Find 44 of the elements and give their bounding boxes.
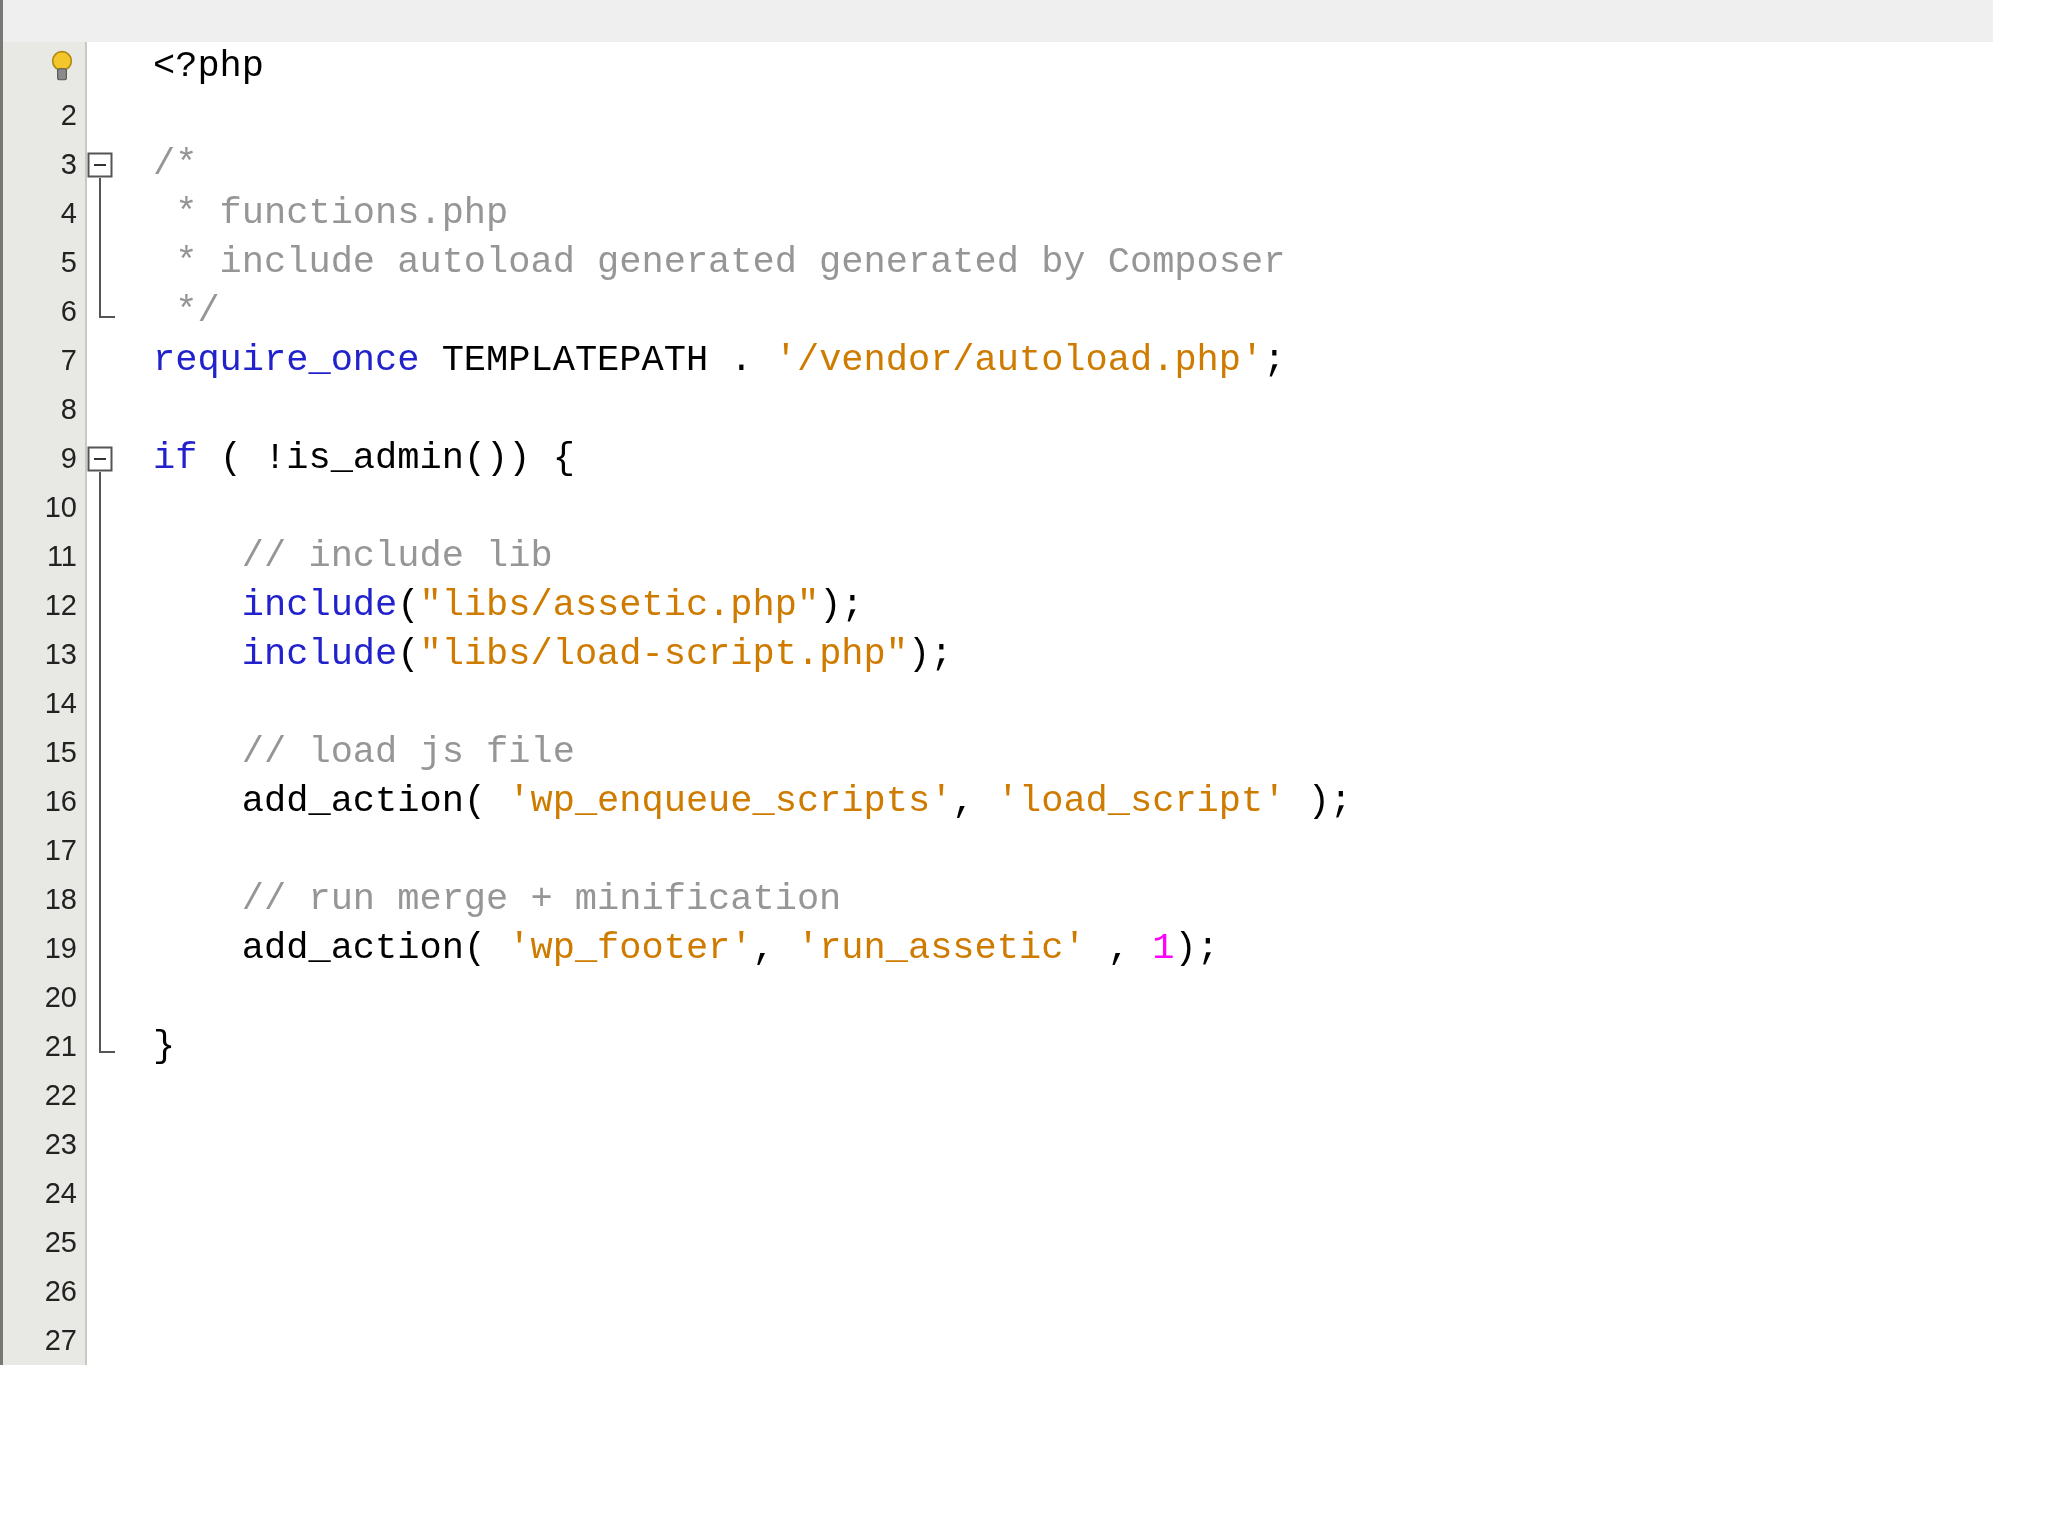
line-number: 14: [44, 689, 77, 718]
line-number: 9: [60, 444, 77, 473]
line-number: 27: [44, 1326, 77, 1355]
line-number: 10: [44, 493, 77, 522]
line-number: 19: [44, 934, 77, 963]
line-number: 15: [44, 738, 77, 767]
line-number: 8: [60, 395, 77, 424]
code-line: // run merge + minification: [240, 878, 842, 921]
line-number: 3: [60, 150, 77, 179]
code-line: add_action( 'wp_footer', 'run_assetic' , 1);: [240, 927, 1219, 970]
line-number: 13: [44, 640, 77, 669]
line-number: 5: [60, 248, 77, 277]
code-line: include("libs/assetic.php");: [240, 584, 864, 627]
code-line: * functions.php: [174, 192, 509, 235]
line-number: 7: [60, 346, 77, 375]
code-line: }: [153, 1025, 176, 1068]
collapse-icon[interactable]: [87, 446, 113, 472]
line-number: 16: [44, 787, 77, 816]
code-line: // include lib: [240, 535, 553, 578]
code-line: add_action( 'wp_enqueue_scripts', 'load_script' );: [240, 780, 1353, 823]
line-number: 2: [60, 101, 77, 130]
code-line: if ( !is_admin()) {: [153, 437, 575, 480]
line-number: 21: [44, 1032, 77, 1061]
line-number: 20: [44, 983, 77, 1012]
code-line: include("libs/load-script.php");: [240, 633, 953, 676]
line-number: 25: [44, 1228, 77, 1257]
collapse-icon[interactable]: [87, 152, 113, 178]
line-number: 23: [44, 1130, 77, 1159]
line-number: 26: [44, 1277, 77, 1306]
line-number: 12: [44, 591, 77, 620]
line-number: 4: [60, 199, 77, 228]
code-line: <?php: [153, 45, 265, 88]
code-line: */: [174, 290, 220, 333]
line-number: 17: [44, 836, 77, 865]
line-number: 22: [44, 1081, 77, 1110]
line-number: 18: [44, 885, 77, 914]
code-line: // load js file: [240, 731, 575, 774]
code-line: require_once TEMPLATEPATH . '/vendor/autoload.php';: [153, 339, 1286, 382]
line-number: 6: [60, 297, 77, 326]
code-line: /*: [153, 143, 198, 186]
line-number: 11: [46, 542, 77, 571]
line-number: 24: [44, 1179, 77, 1208]
code-line: * include autoload generated generated by Composer: [174, 241, 1286, 284]
lightbulb-icon[interactable]: [51, 50, 73, 83]
